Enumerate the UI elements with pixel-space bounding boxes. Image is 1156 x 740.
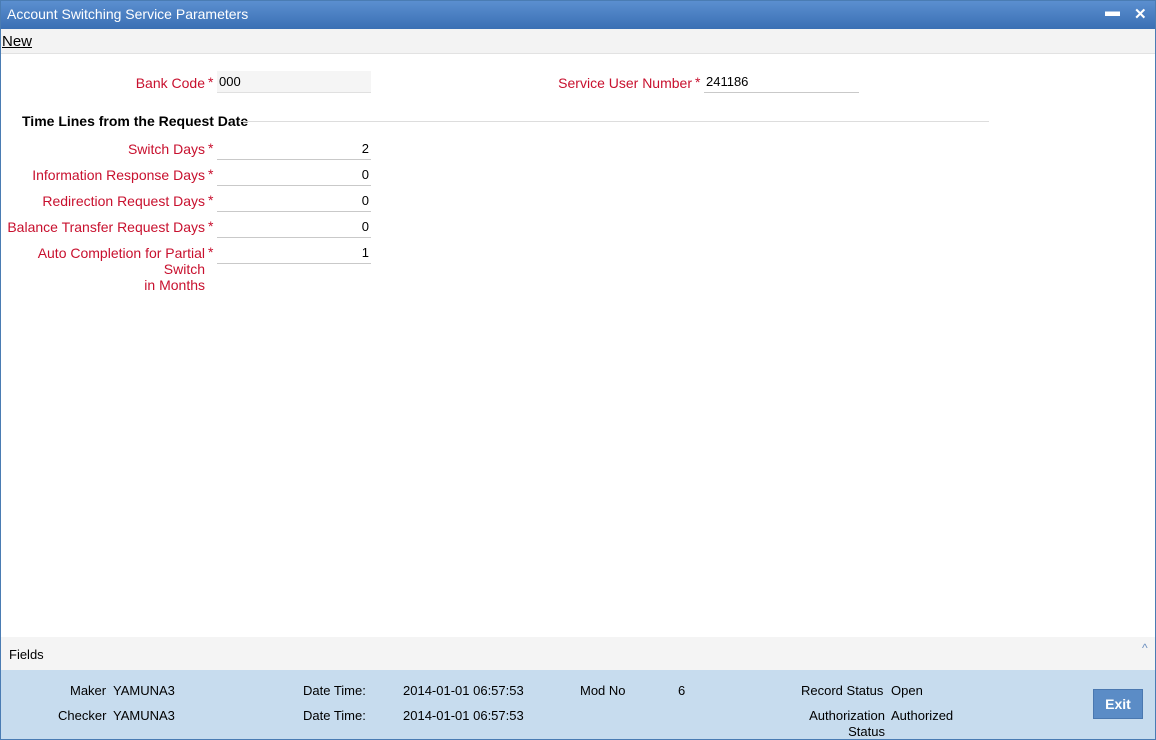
redirection-request-days-label: Redirection Request Days (42, 193, 205, 209)
balance-transfer-request-days-field[interactable] (217, 216, 371, 238)
required-marker: * (208, 192, 214, 208)
new-link[interactable]: New (2, 33, 32, 50)
checker-datetime-value: 2014-01-01 06:57:53 (403, 708, 524, 723)
mod-no-label: Mod No (580, 683, 626, 698)
checker-datetime-label: Date Time: (303, 708, 366, 723)
auto-completion-label: Auto Completion for Partial Switch in Mo… (3, 245, 205, 293)
maker-value: YAMUNA3 (113, 683, 175, 698)
fields-bar: Fields ^ (1, 637, 1155, 670)
fields-toggle[interactable]: Fields (9, 647, 44, 662)
close-icon[interactable]: ✕ (1134, 5, 1147, 23)
checker-label: Checker (58, 708, 107, 723)
auto-completion-label-line2: in Months (144, 277, 205, 293)
required-marker: * (208, 140, 214, 156)
authorization-status-label-line1: Authorization (809, 708, 885, 723)
required-marker: * (208, 166, 214, 182)
required-marker: * (208, 244, 214, 260)
record-status-label: Record Status (801, 683, 884, 698)
bank-code-label: Bank Code (135, 75, 205, 91)
minimize-icon[interactable]: ▬ (1105, 3, 1120, 20)
auto-completion-field[interactable] (217, 242, 371, 264)
information-response-days-field[interactable] (217, 164, 371, 186)
authorization-status-value: Authorized (891, 708, 954, 723)
switch-days-field[interactable] (217, 138, 371, 160)
bank-code-field[interactable] (217, 71, 371, 93)
maker-datetime-value: 2014-01-01 06:57:53 (403, 683, 524, 698)
audit-footer: Maker YAMUNA3 Checker YAMUNA3 Date Time:… (1, 670, 1155, 739)
redirection-request-days-field[interactable] (217, 190, 371, 212)
exit-button[interactable]: Exit (1093, 689, 1143, 719)
record-status-value: Open (891, 683, 923, 698)
balance-transfer-request-days-label: Balance Transfer Request Days (7, 219, 205, 235)
service-user-number-field[interactable] (704, 71, 859, 93)
checker-value: YAMUNA3 (113, 708, 175, 723)
toolbar: New (1, 29, 1155, 54)
required-marker: * (695, 74, 701, 90)
service-user-number-label: Service User Number (558, 75, 692, 91)
required-marker: * (208, 218, 214, 234)
authorization-status-label: Authorization Status (801, 708, 885, 740)
section-title: Time Lines from the Request Date (22, 113, 249, 129)
chevron-up-icon[interactable]: ^ (1142, 641, 1148, 655)
window-title: Account Switching Service Parameters (7, 6, 249, 22)
switch-days-label: Switch Days (127, 141, 205, 157)
maker-label: Maker (70, 683, 107, 698)
title-bar: Account Switching Service Parameters ▬ ✕ (1, 1, 1155, 29)
auto-completion-label-line1: Auto Completion for Partial Switch (37, 245, 205, 277)
section-divider (239, 121, 989, 122)
app-window: Account Switching Service Parameters ▬ ✕… (0, 0, 1156, 740)
maker-datetime-label: Date Time: (303, 683, 366, 698)
authorization-status-label-line2: Status (848, 724, 885, 739)
mod-no-value: 6 (678, 683, 686, 698)
information-response-days-label: Information Response Days (32, 167, 205, 183)
required-marker: * (208, 74, 214, 90)
